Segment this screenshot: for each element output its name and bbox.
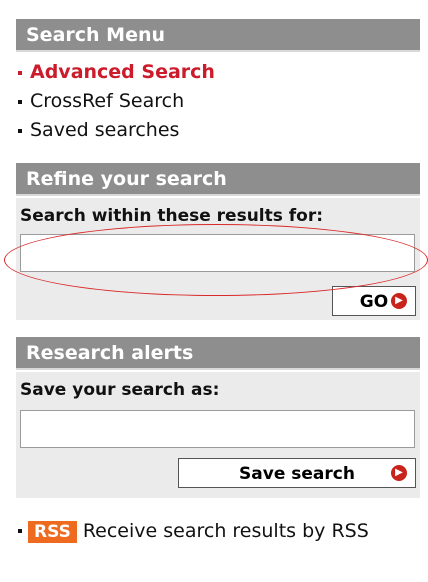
refine-search-input[interactable] — [20, 234, 415, 272]
search-menu-header: Search Menu — [16, 19, 420, 52]
bullet-icon — [18, 129, 22, 133]
bullet-icon — [18, 71, 22, 75]
research-alerts-header: Research alerts — [16, 337, 420, 370]
arrow-circle-icon: ▶ — [391, 465, 407, 481]
search-menu-list: Advanced Search CrossRef Search Saved se… — [18, 58, 215, 145]
save-search-label: Save your search as: — [20, 380, 220, 400]
research-alerts-panel: Save your search as: Save search ▶ — [16, 372, 420, 498]
menu-item-label[interactable]: Advanced Search — [30, 61, 215, 83]
menu-item-label[interactable]: CrossRef Search — [30, 90, 184, 112]
menu-item-saved-searches[interactable]: Saved searches — [18, 116, 215, 145]
refine-search-header: Refine your search — [16, 163, 420, 196]
rss-badge[interactable]: RSS — [28, 521, 77, 543]
bullet-icon — [18, 100, 22, 104]
go-button-label: GO — [359, 292, 389, 312]
refine-search-panel: Search within these results for: GO ▶ — [16, 198, 420, 320]
rss-link-text[interactable]: Receive search results by RSS — [83, 520, 369, 542]
rss-item[interactable]: RSS Receive search results by RSS — [18, 518, 422, 545]
menu-item-crossref-search[interactable]: CrossRef Search — [18, 87, 215, 116]
save-search-button-label: Save search — [239, 464, 355, 484]
refine-search-label: Search within these results for: — [20, 206, 324, 226]
bullet-icon — [18, 529, 22, 533]
menu-item-label[interactable]: Saved searches — [30, 119, 179, 141]
go-button[interactable]: GO ▶ — [332, 286, 416, 316]
save-search-input[interactable] — [20, 410, 415, 448]
menu-item-advanced-search[interactable]: Advanced Search — [18, 58, 215, 87]
arrow-circle-icon: ▶ — [391, 293, 407, 309]
save-search-button[interactable]: Save search ▶ — [178, 458, 416, 488]
